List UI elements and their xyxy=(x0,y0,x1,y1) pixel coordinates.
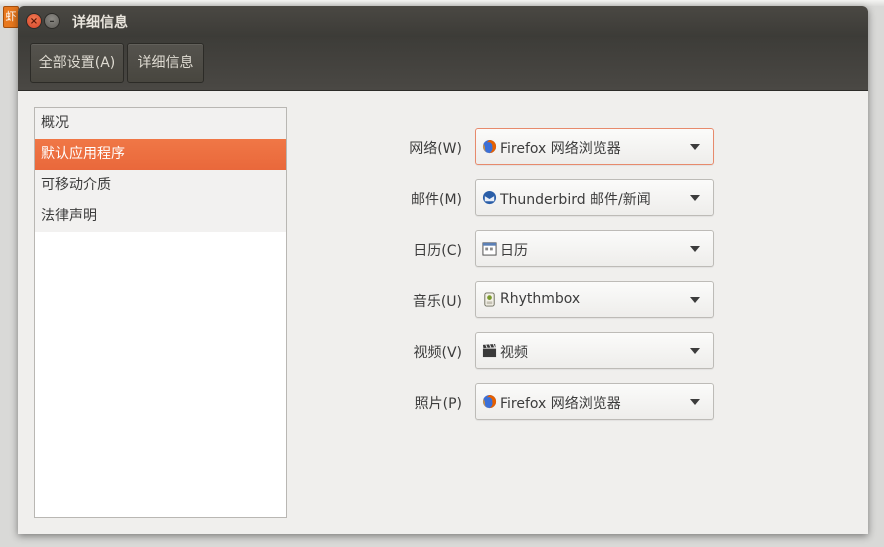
calendar-label: 日历(C) xyxy=(413,243,462,259)
video-label: 视频(V) xyxy=(413,345,462,361)
photos-label: 照片(P) xyxy=(414,396,462,412)
default-web-row: 网络(W) Firefox 网络浏览器 xyxy=(18,128,868,166)
chevron-down-icon xyxy=(690,195,700,201)
photos-app-value: Firefox 网络浏览器 xyxy=(500,396,621,412)
mail-label: 邮件(M) xyxy=(410,192,462,208)
calendar-icon xyxy=(482,242,497,256)
details-window: × – 详细信息 全部设置(A) 详细信息 概况 默认应用程序 可移动介质 法律… xyxy=(18,6,868,534)
web-app-combo[interactable]: Firefox 网络浏览器 xyxy=(475,128,714,165)
web-app-value: Firefox 网络浏览器 xyxy=(500,141,621,157)
default-music-row: 音乐(U) Rhythmbox xyxy=(18,281,868,319)
minimize-icon: – xyxy=(49,16,55,27)
default-video-row: 视频(V) 视频 xyxy=(18,332,868,370)
close-icon: × xyxy=(29,16,39,27)
firefox-icon xyxy=(482,394,497,409)
default-photos-row: 照片(P) Firefox 网络浏览器 xyxy=(18,383,868,421)
minimize-button[interactable]: – xyxy=(44,13,60,29)
firefox-icon xyxy=(482,139,497,154)
video-app-combo[interactable]: 视频 xyxy=(475,332,714,369)
video-app-value: 视频 xyxy=(500,345,528,361)
chevron-down-icon xyxy=(690,144,700,150)
chevron-down-icon xyxy=(690,348,700,354)
music-label: 音乐(U) xyxy=(412,294,462,310)
thunderbird-icon xyxy=(482,190,497,205)
music-app-combo[interactable]: Rhythmbox xyxy=(475,281,714,318)
photos-app-combo[interactable]: Firefox 网络浏览器 xyxy=(475,383,714,420)
default-mail-row: 邮件(M) Thunderbird 邮件/新闻 xyxy=(18,179,868,217)
launcher-app-icon[interactable]: 虾 xyxy=(3,6,19,28)
all-settings-button[interactable]: 全部设置(A) xyxy=(30,43,124,83)
titlebar: × – 详细信息 xyxy=(18,6,868,37)
details-breadcrumb-button[interactable]: 详细信息 xyxy=(127,43,204,83)
toolbar: 全部设置(A) 详细信息 xyxy=(18,37,868,91)
default-calendar-row: 日历(C) 日历 xyxy=(18,230,868,268)
chevron-down-icon xyxy=(690,399,700,405)
video-clapper-icon xyxy=(482,343,497,358)
mail-app-value: Thunderbird 邮件/新闻 xyxy=(500,192,651,208)
chevron-down-icon xyxy=(690,246,700,252)
chevron-down-icon xyxy=(690,297,700,303)
rhythmbox-icon xyxy=(484,292,495,307)
mail-app-combo[interactable]: Thunderbird 邮件/新闻 xyxy=(475,179,714,216)
music-app-value: Rhythmbox xyxy=(500,291,581,307)
calendar-app-combo[interactable]: 日历 xyxy=(475,230,714,267)
calendar-app-value: 日历 xyxy=(500,243,528,259)
window-title: 详细信息 xyxy=(72,15,128,31)
web-label: 网络(W) xyxy=(409,141,462,157)
close-button[interactable]: × xyxy=(26,13,42,29)
